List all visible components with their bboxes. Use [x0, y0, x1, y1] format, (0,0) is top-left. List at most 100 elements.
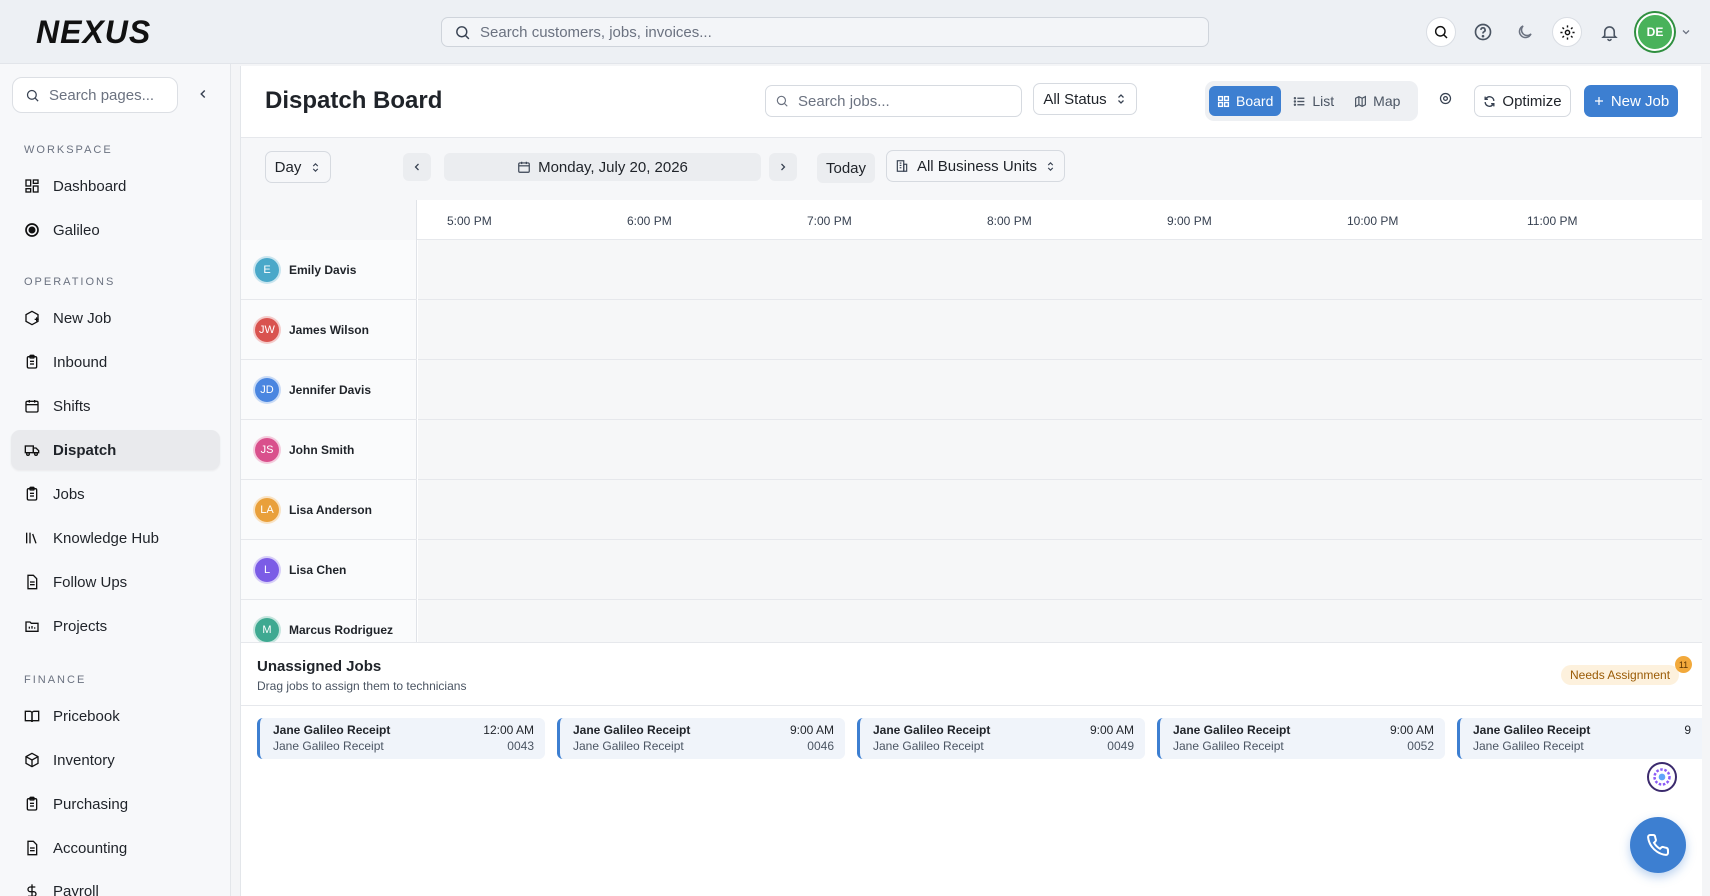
unassigned-job-card[interactable]: Jane Galileo Receipt 9:00 AM Jane Galileo…	[1157, 718, 1445, 759]
schedule-lane[interactable]	[418, 420, 1702, 480]
settings-button[interactable]	[1552, 17, 1582, 47]
sidebar-item-knowledge-hub[interactable]: Knowledge Hub	[11, 518, 220, 558]
technician-row[interactable]: LA Lisa Anderson	[241, 480, 417, 540]
ai-assistant-button[interactable]	[1647, 762, 1677, 792]
sidebar-item-purchasing[interactable]: Purchasing	[11, 784, 220, 824]
moon-icon	[1518, 25, 1532, 39]
sidebar-item-inbound[interactable]: Inbound	[11, 342, 220, 382]
dark-mode-button[interactable]	[1510, 17, 1540, 47]
sidebar-item-galileo[interactable]: Galileo	[11, 210, 220, 250]
search-button[interactable]	[1426, 17, 1456, 47]
search-icon	[1434, 25, 1448, 39]
global-search-input[interactable]: Search customers, jobs, invoices...	[441, 17, 1209, 47]
today-button[interactable]: Today	[817, 153, 875, 183]
help-button[interactable]	[1468, 17, 1498, 47]
sidebar: Search pages... WORKSPACE Dashboard Gali…	[0, 64, 231, 896]
job-customer: Jane Galileo Receipt	[573, 739, 684, 753]
nexus-logo[interactable]: NEXUS	[36, 17, 226, 47]
board-settings-button[interactable]	[1438, 91, 1453, 111]
sidebar-item-dashboard[interactable]: Dashboard	[11, 166, 220, 206]
new-job-button[interactable]: New Job	[1584, 85, 1678, 117]
previous-day-button[interactable]	[403, 153, 431, 181]
schedule-lane[interactable]	[418, 300, 1702, 360]
sidebar-item-shifts[interactable]: Shifts	[11, 386, 220, 426]
sidebar-item-label: Projects	[53, 617, 108, 635]
optimize-button[interactable]: Optimize	[1474, 85, 1571, 117]
technician-row[interactable]: M Marcus Rodriguez	[241, 600, 417, 642]
technician-row[interactable]: E Emily Davis	[241, 240, 417, 300]
section-label-finance: FINANCE	[24, 674, 87, 686]
sidebar-item-follow-ups[interactable]: Follow Ups	[11, 562, 220, 602]
technician-name: Emily Davis	[289, 262, 357, 277]
date-picker[interactable]: Monday, July 20, 2026	[444, 153, 761, 181]
sidebar-item-label: Knowledge Hub	[53, 529, 159, 547]
sidebar-item-inventory[interactable]: Inventory	[11, 740, 220, 780]
business-units-value: All Business Units	[916, 157, 1038, 175]
unassigned-job-card[interactable]: Jane Galileo Receipt 9 Jane Galileo Recei…	[1457, 718, 1702, 759]
chevron-down-icon[interactable]	[1680, 26, 1692, 38]
chevron-left-icon	[200, 89, 206, 99]
notifications-button[interactable]	[1594, 17, 1624, 47]
schedule-lane[interactable]	[418, 360, 1702, 420]
technician-row[interactable]: JW James Wilson	[241, 300, 417, 360]
unassigned-job-card[interactable]: Jane Galileo Receipt 12:00 AM Jane Galile…	[257, 718, 545, 759]
technician-row[interactable]: JS John Smith	[241, 420, 417, 480]
sidebar-item-new-job[interactable]: New Job	[11, 298, 220, 338]
unassigned-subtitle: Drag jobs to assign them to technicians	[257, 679, 467, 693]
sidebar-item-projects[interactable]: Projects	[11, 606, 220, 646]
collapse-sidebar-button[interactable]	[194, 85, 212, 103]
time-header: 5:00 PM 6:00 PM 7:00 PM 8:00 PM 9:00 PM …	[241, 200, 1702, 240]
user-avatar[interactable]: DE	[1636, 13, 1674, 51]
job-search-input[interactable]: Search jobs...	[765, 85, 1022, 117]
technician-avatar: M	[253, 615, 281, 642]
svg-text:NEXUS: NEXUS	[36, 17, 151, 47]
sidebar-item-jobs[interactable]: Jobs	[11, 474, 220, 514]
refresh-icon	[1484, 95, 1495, 107]
schedule-lane[interactable]	[418, 540, 1702, 600]
unassigned-job-card[interactable]: Jane Galileo Receipt 9:00 AM Jane Galileo…	[857, 718, 1145, 759]
sidebar-item-dispatch[interactable]: Dispatch	[11, 430, 220, 470]
technician-row[interactable]: JD Jennifer Davis	[241, 360, 417, 420]
grid-icon	[1217, 95, 1230, 107]
page-search-input[interactable]: Search pages...	[12, 77, 178, 113]
new-job-label: New Job	[1610, 92, 1670, 110]
dashboard-icon	[25, 179, 39, 193]
schedule-lane[interactable]	[418, 240, 1702, 300]
sidebar-item-label: Accounting	[53, 839, 128, 857]
book-icon	[24, 710, 40, 723]
next-day-button[interactable]	[769, 153, 797, 181]
search-icon	[26, 89, 39, 102]
schedule-lane[interactable]	[418, 600, 1702, 642]
technician-avatar: L	[253, 555, 281, 584]
unassigned-job-card[interactable]: Jane Galileo Receipt 9:00 AM Jane Galileo…	[557, 718, 845, 759]
top-actions: DE	[1426, 12, 1692, 52]
sidebar-item-label: Galileo	[53, 221, 100, 239]
sidebar-item-payroll[interactable]: Payroll	[11, 871, 220, 896]
bell-icon	[1600, 25, 1618, 41]
schedule-lane[interactable]	[418, 480, 1702, 540]
phone-icon	[1647, 833, 1670, 856]
clipboard-icon	[26, 486, 38, 501]
sidebar-item-label: Payroll	[53, 882, 99, 896]
view-list-button[interactable]: List	[1285, 86, 1342, 116]
ai-assistant-icon	[1653, 768, 1671, 786]
job-time: 9	[1684, 723, 1691, 737]
view-board-label: Board	[1236, 93, 1274, 109]
status-select[interactable]: All Status	[1033, 83, 1137, 115]
sidebar-item-pricebook[interactable]: Pricebook	[11, 696, 220, 736]
view-map-button[interactable]: Map	[1346, 86, 1408, 116]
technician-column: E Emily Davis JW James Wilson JD Jennife…	[241, 240, 417, 642]
hour-label: 6:00 PM	[627, 214, 672, 228]
job-title: Jane Galileo Receipt	[573, 723, 691, 737]
view-board-button[interactable]: Board	[1209, 86, 1282, 116]
sidebar-item-accounting[interactable]: Accounting	[11, 828, 220, 868]
technician-name: Jennifer Davis	[289, 382, 372, 397]
phone-call-button[interactable]	[1630, 817, 1686, 873]
business-units-select[interactable]: All Business Units	[886, 150, 1065, 182]
sidebar-item-label: Pricebook	[53, 707, 120, 725]
job-customer: Jane Galileo Receipt	[273, 739, 384, 753]
technician-row[interactable]: L Lisa Chen	[241, 540, 417, 600]
technician-avatar: E	[253, 255, 281, 284]
sidebar-item-label: Follow Ups	[53, 573, 128, 591]
range-select[interactable]: Day	[265, 151, 331, 183]
